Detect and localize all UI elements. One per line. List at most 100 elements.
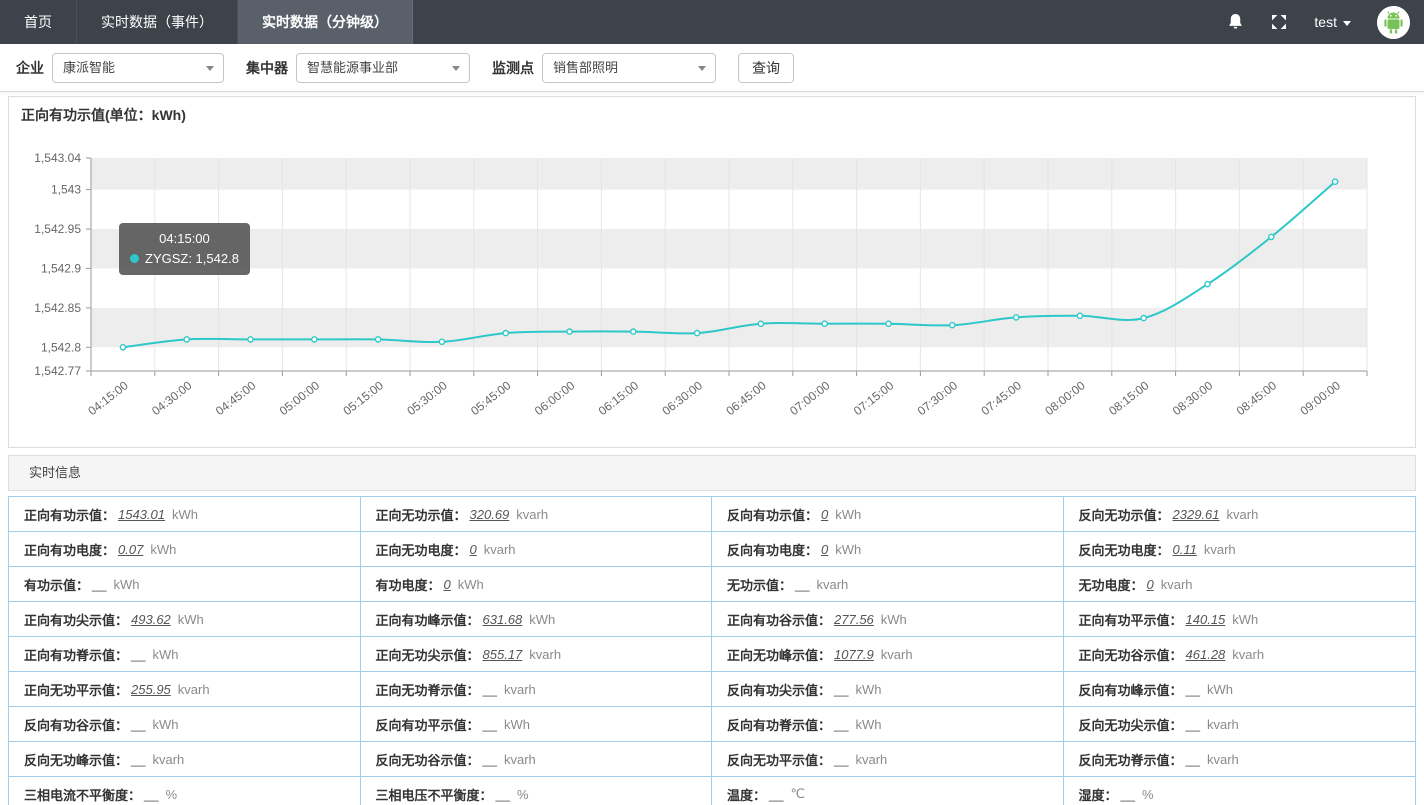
info-value-link[interactable]: 255.95 bbox=[131, 682, 171, 697]
data-point-marker[interactable] bbox=[950, 323, 955, 328]
nav-right: test bbox=[1227, 0, 1424, 44]
info-cell: 正向有功示值：1543.01 kWh bbox=[9, 497, 361, 532]
navbar: 首页实时数据（事件）实时数据（分钟级） test bbox=[0, 0, 1424, 44]
info-cell-label: 无功电度： bbox=[1079, 575, 1144, 594]
data-point-marker[interactable] bbox=[822, 321, 827, 326]
info-value-link[interactable]: 461.28 bbox=[1186, 647, 1226, 662]
x-axis-label: 07:15:00 bbox=[851, 378, 897, 418]
filter-bar: 企业 康派智能 集中器 智慧能源事业部 监测点 销售部照明 查询 bbox=[0, 44, 1424, 92]
info-cell: 正向有功脊示值：__kWh bbox=[9, 637, 361, 672]
info-value-link: __ bbox=[131, 717, 145, 732]
info-value-link[interactable]: 493.62 bbox=[131, 612, 171, 627]
info-cell: 反向有功电度：0kWh bbox=[712, 532, 1064, 567]
android-avatar[interactable] bbox=[1377, 6, 1410, 39]
info-cell-unit: kvarh bbox=[152, 752, 184, 767]
info-value-link[interactable]: 631.68 bbox=[483, 612, 523, 627]
info-cell-unit: kvarh bbox=[1207, 717, 1239, 732]
data-point-marker[interactable] bbox=[1205, 282, 1210, 287]
data-point-marker[interactable] bbox=[695, 331, 700, 336]
info-value-link: __ bbox=[483, 752, 497, 767]
info-value-link[interactable]: 1543.01 bbox=[118, 507, 165, 522]
enterprise-select[interactable]: 康派智能 bbox=[52, 53, 224, 83]
info-cell-unit: kvarh bbox=[516, 507, 548, 522]
info-cell-unit: % bbox=[1142, 787, 1154, 802]
data-point-marker[interactable] bbox=[376, 337, 381, 342]
info-cell-label: 反向有功平示值： bbox=[376, 715, 480, 734]
info-cell-label: 正向有功示值： bbox=[24, 505, 115, 524]
info-value-link: __ bbox=[144, 787, 158, 802]
nav-tab-1[interactable]: 实时数据（事件） bbox=[77, 0, 238, 44]
info-value-link[interactable]: 140.15 bbox=[1186, 612, 1226, 627]
info-value-link[interactable]: 0.07 bbox=[118, 542, 143, 557]
data-point-marker[interactable] bbox=[439, 339, 444, 344]
info-cell-unit: kWh bbox=[835, 507, 861, 522]
info-cell-unit: kWh bbox=[113, 577, 139, 592]
info-cell-unit: kvarh bbox=[816, 577, 848, 592]
chevron-down-icon bbox=[1343, 21, 1351, 26]
data-point-marker[interactable] bbox=[886, 321, 891, 326]
info-cell-label: 反向无功示值： bbox=[1079, 505, 1170, 524]
nav-tab-0[interactable]: 首页 bbox=[0, 0, 77, 44]
info-value-link: __ bbox=[769, 787, 783, 802]
info-value-link[interactable]: 0 bbox=[444, 577, 451, 592]
info-section-header: 实时信息 bbox=[8, 455, 1416, 491]
info-cell-unit: kvarh bbox=[504, 682, 536, 697]
point-select[interactable]: 销售部照明 bbox=[542, 53, 716, 83]
info-value-link[interactable]: 0 bbox=[821, 542, 828, 557]
info-value-link: __ bbox=[131, 752, 145, 767]
data-point-marker[interactable] bbox=[1333, 179, 1338, 184]
data-point-marker[interactable] bbox=[184, 337, 189, 342]
info-cell: 三相电压不平衡度：__% bbox=[361, 777, 713, 805]
chevron-down-icon bbox=[452, 66, 460, 71]
nav-tab-2[interactable]: 实时数据（分钟级） bbox=[238, 0, 413, 44]
info-value-link[interactable]: 855.17 bbox=[483, 647, 523, 662]
info-value-link[interactable]: 0 bbox=[821, 507, 828, 522]
info-cell-unit: kvarh bbox=[881, 647, 913, 662]
info-cell: 正向有功平示值：140.15kWh bbox=[1064, 602, 1416, 637]
info-cell-label: 无功示值： bbox=[727, 575, 792, 594]
data-point-marker[interactable] bbox=[1077, 313, 1082, 318]
data-point-marker[interactable] bbox=[312, 337, 317, 342]
info-value-link[interactable]: 0 bbox=[470, 542, 477, 557]
info-cell-unit: ℃ bbox=[790, 786, 805, 802]
info-cell-label: 温度： bbox=[727, 785, 766, 804]
data-point-marker[interactable] bbox=[248, 337, 253, 342]
data-point-marker[interactable] bbox=[567, 329, 572, 334]
info-cell-unit: kWh bbox=[150, 542, 176, 557]
info-cell: 无功示值：__kvarh bbox=[712, 567, 1064, 602]
point-selected-value: 销售部照明 bbox=[553, 60, 618, 75]
data-point-marker[interactable] bbox=[631, 329, 636, 334]
info-cell-label: 正向有功谷示值： bbox=[727, 610, 831, 629]
x-axis-label: 04:15:00 bbox=[85, 378, 131, 418]
data-point-marker[interactable] bbox=[1141, 316, 1146, 321]
bell-icon[interactable] bbox=[1227, 13, 1244, 32]
info-cell-unit: kWh bbox=[835, 542, 861, 557]
info-cell: 正向无功示值：320.69kvarh bbox=[361, 497, 713, 532]
info-cell-unit: kWh bbox=[881, 612, 907, 627]
concentrator-select[interactable]: 智慧能源事业部 bbox=[296, 53, 470, 83]
info-value-link[interactable]: 0.11 bbox=[1173, 542, 1197, 557]
data-point-marker[interactable] bbox=[758, 321, 763, 326]
x-axis-label: 06:30:00 bbox=[660, 378, 706, 418]
data-point-marker[interactable] bbox=[1014, 315, 1019, 320]
info-cell: 正向无功电度：0kvarh bbox=[361, 532, 713, 567]
data-point-marker[interactable] bbox=[503, 331, 508, 336]
info-value-link[interactable]: 2329.61 bbox=[1173, 507, 1220, 522]
info-cell-unit: kvarh bbox=[1161, 577, 1193, 592]
info-value-link[interactable]: 1077.9 bbox=[834, 647, 874, 662]
info-cell: 反向无功脊示值：__kvarh bbox=[1064, 742, 1416, 777]
fullscreen-icon[interactable] bbox=[1270, 13, 1288, 31]
info-cell-unit: kWh bbox=[172, 507, 198, 522]
data-point-marker[interactable] bbox=[120, 345, 125, 350]
y-axis-label: 1,542.85 bbox=[34, 301, 81, 315]
info-cell-unit: kWh bbox=[152, 717, 178, 732]
info-cell-label: 湿度： bbox=[1079, 785, 1118, 804]
info-value-link[interactable]: 320.69 bbox=[470, 507, 510, 522]
info-value-link[interactable]: 277.56 bbox=[834, 612, 874, 627]
data-point-marker[interactable] bbox=[1269, 234, 1274, 239]
info-value-link[interactable]: 0 bbox=[1147, 577, 1154, 592]
info-section-title: 实时信息 bbox=[29, 465, 81, 480]
user-menu[interactable]: test bbox=[1314, 14, 1351, 30]
x-axis-label: 07:30:00 bbox=[915, 378, 961, 418]
query-button[interactable]: 查询 bbox=[738, 53, 794, 83]
